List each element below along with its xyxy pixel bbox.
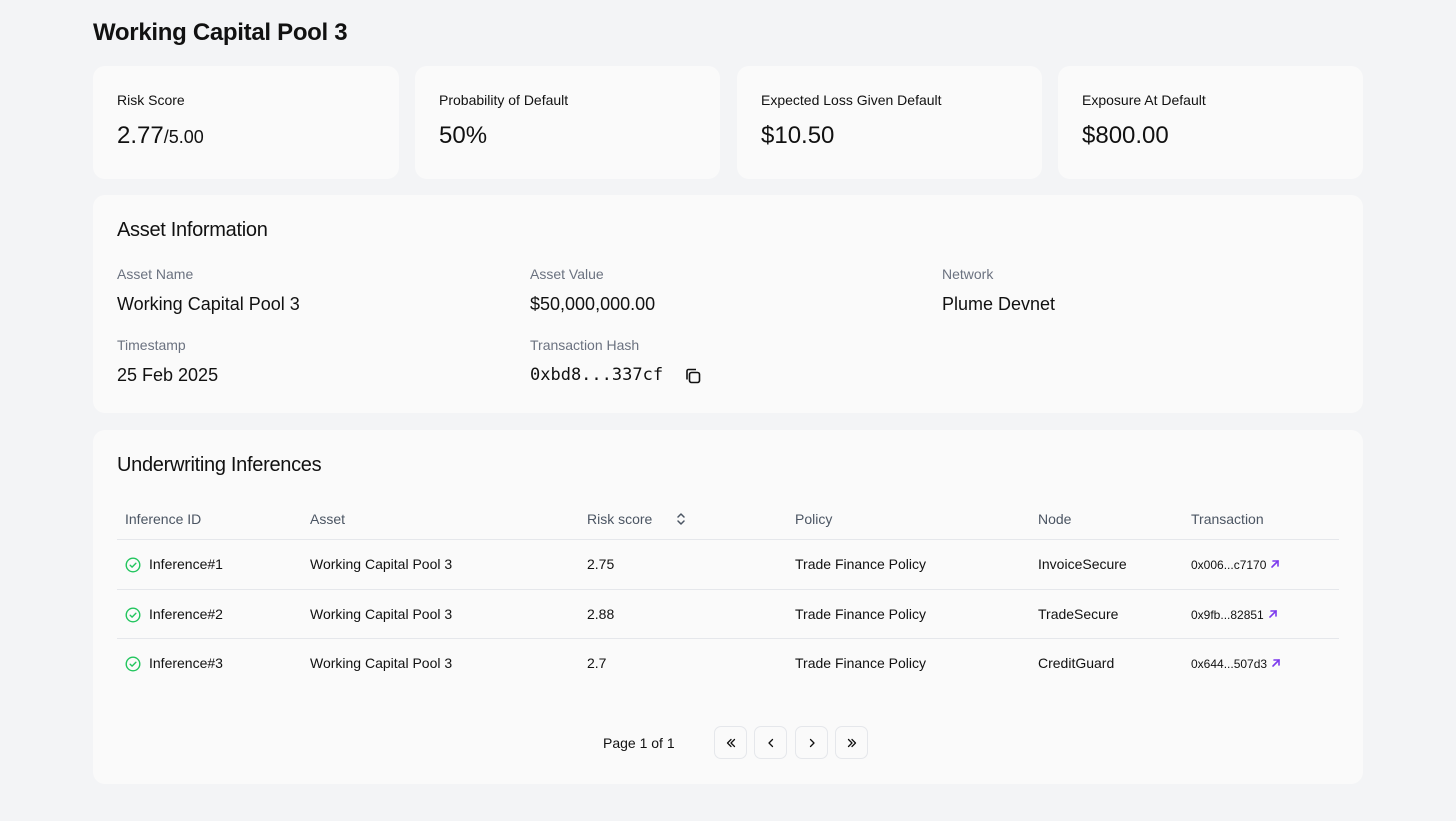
inference-node: TradeSecure — [1038, 605, 1119, 622]
asset-name-label: Asset Name — [117, 266, 194, 282]
table-row: Inference#3 Working Capital Pool 3 2.7 T… — [117, 639, 1339, 689]
external-link-icon[interactable] — [1268, 609, 1278, 619]
inference-risk: 2.75 — [587, 556, 615, 572]
transaction-link[interactable]: 0x644...507d3 — [1191, 657, 1281, 671]
check-circle-icon — [125, 656, 141, 672]
inference-id: Inference#2 — [149, 605, 223, 622]
inference-policy: Trade Finance Policy — [795, 655, 926, 671]
copy-icon[interactable] — [683, 366, 703, 386]
column-header-policy: Policy — [795, 511, 833, 527]
inference-asset: Working Capital Pool 3 — [310, 556, 453, 572]
network-label: Network — [942, 266, 994, 282]
metric-label: Expected Loss Given Default — [761, 92, 942, 108]
metric-card-expected-loss: Expected Loss Given Default $10.50 — [737, 66, 1042, 179]
tx-hash-value: 0xbd8...337cf — [530, 365, 664, 385]
page: Working Capital Pool 3 Risk Score 2.77/5… — [0, 0, 1456, 821]
external-link-icon[interactable] — [1271, 658, 1281, 668]
metric-label: Probability of Default — [439, 92, 569, 108]
metric-card-risk-score: Risk Score 2.77/5.00 — [93, 66, 399, 179]
last-page-button[interactable] — [835, 726, 868, 759]
external-link-icon[interactable] — [1270, 559, 1280, 569]
metric-value: 50% — [439, 122, 488, 149]
table-row: Inference#1 Working Capital Pool 3 2.75 … — [117, 540, 1339, 590]
first-page-button[interactable] — [714, 726, 747, 759]
section-title: Asset Information — [117, 219, 268, 241]
chevron-right-icon — [809, 738, 815, 747]
check-circle-icon — [125, 557, 141, 573]
page-title: Working Capital Pool 3 — [93, 19, 348, 46]
tx-hash-label: Transaction Hash — [530, 337, 640, 353]
asset-name-value: Working Capital Pool 3 — [117, 294, 300, 314]
asset-information-card: Asset Information Asset Name Working Cap… — [93, 195, 1363, 413]
transaction-hash: 0x9fb...82851 — [1191, 607, 1264, 622]
column-header-inference-id: Inference ID — [125, 511, 202, 527]
asset-value-value: $50,000,000.00 — [530, 294, 656, 314]
transaction-link[interactable]: 0x9fb...82851 — [1191, 608, 1278, 622]
inference-id: Inference#1 — [149, 556, 223, 572]
metric-card-probability-default: Probability of Default 50% — [415, 66, 720, 179]
pagination-status: Page 1 of 1 — [603, 735, 675, 751]
check-circle-icon — [125, 606, 141, 623]
table-header: Inference ID Asset Risk score Policy Nod… — [117, 498, 1339, 540]
timestamp-value: 25 Feb 2025 — [117, 365, 219, 385]
section-title: Underwriting Inferences — [117, 454, 322, 476]
inference-risk: 2.88 — [587, 605, 615, 622]
inference-node: CreditGuard — [1038, 655, 1115, 671]
chevrons-left-icon — [726, 738, 735, 747]
metric-label: Risk Score — [117, 92, 185, 108]
inferences-table: Inference ID Asset Risk score Policy Nod… — [117, 498, 1339, 689]
chevron-left-icon — [767, 738, 773, 747]
column-header-asset: Asset — [310, 511, 346, 527]
metric-label: Exposure At Default — [1082, 92, 1206, 108]
table-row: Inference#2 Working Capital Pool 3 2.88 … — [117, 590, 1339, 639]
previous-page-button[interactable] — [754, 726, 787, 759]
transaction-link[interactable]: 0x006...c7170 — [1191, 558, 1280, 572]
metric-card-exposure: Exposure At Default $800.00 — [1058, 66, 1363, 179]
transaction-hash: 0x644...507d3 — [1191, 657, 1268, 671]
metric-value: $10.50 — [761, 122, 835, 149]
risk-score-suffix: /5.00 — [163, 127, 204, 147]
metric-value: 2.77/5.00 — [117, 122, 204, 150]
risk-score-value: 2.77 — [117, 122, 164, 149]
inference-id: Inference#3 — [149, 655, 223, 671]
inference-policy: Trade Finance Policy — [795, 605, 926, 622]
column-header-transaction: Transaction — [1191, 511, 1264, 527]
network-value: Plume Devnet — [942, 294, 1056, 314]
underwriting-inferences-card: Underwriting Inferences Inference ID Ass… — [93, 430, 1363, 784]
metric-value: $800.00 — [1082, 122, 1169, 149]
inference-asset: Working Capital Pool 3 — [310, 605, 453, 622]
chevrons-right-icon — [847, 738, 856, 747]
inference-node: InvoiceSecure — [1038, 556, 1127, 572]
asset-value-label: Asset Value — [530, 266, 604, 282]
column-header-risk-score[interactable]: Risk score — [587, 511, 652, 527]
inference-risk: 2.7 — [587, 655, 607, 671]
column-header-node: Node — [1038, 511, 1072, 527]
inference-policy: Trade Finance Policy — [795, 556, 926, 572]
sort-icon[interactable] — [675, 511, 687, 527]
inference-asset: Working Capital Pool 3 — [310, 655, 453, 671]
timestamp-label: Timestamp — [117, 337, 186, 353]
next-page-button[interactable] — [795, 726, 828, 759]
transaction-hash: 0x006...c7170 — [1191, 558, 1267, 572]
